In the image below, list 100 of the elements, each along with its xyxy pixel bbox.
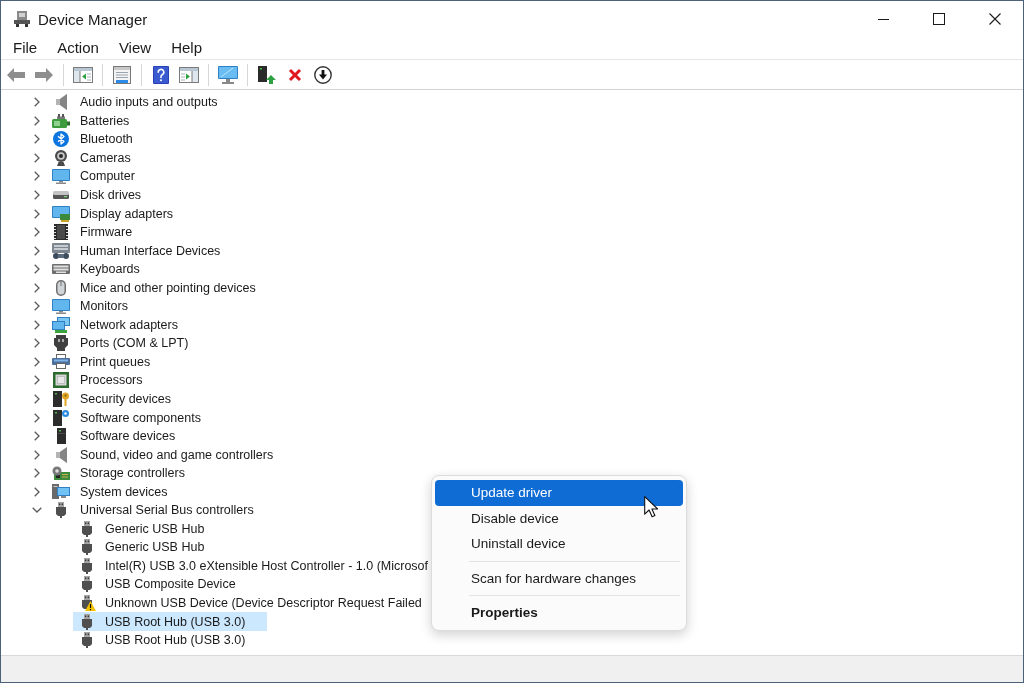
tree-item[interactable]: Firmware xyxy=(48,222,135,242)
mouse-icon xyxy=(56,279,66,296)
usb-plug-icon xyxy=(82,613,92,630)
menu-item[interactable]: Uninstall device xyxy=(435,531,683,557)
tree-item[interactable]: Security devices xyxy=(48,389,173,409)
tree-item[interactable]: Generic USB Hub xyxy=(73,538,207,557)
tree-item[interactable]: Unknown USB Device (Device Descriptor Request Failed xyxy=(73,593,424,613)
close-icon[interactable] xyxy=(989,13,1001,25)
tree-item[interactable]: Keyboards xyxy=(48,259,142,279)
tree-item[interactable]: Disk drives xyxy=(48,185,144,205)
tree-item[interactable]: Generic USB Hub xyxy=(73,519,207,539)
menu-item[interactable]: Properties xyxy=(435,600,683,626)
chevron-right-icon[interactable] xyxy=(34,301,40,312)
chevron-right-icon[interactable] xyxy=(34,319,40,330)
tower-arrow-icon[interactable] xyxy=(258,65,276,84)
chevron-right-icon[interactable] xyxy=(34,134,40,145)
help-icon[interactable] xyxy=(153,65,169,84)
monitor-icon xyxy=(52,298,70,314)
chevron-right-icon[interactable] xyxy=(34,97,40,108)
storage-controller-icon xyxy=(52,466,70,481)
tree-item[interactable]: USB Root Hub (USB 3.0) xyxy=(73,612,268,631)
chevron-right-icon[interactable] xyxy=(34,115,40,126)
processor-chip-icon xyxy=(53,372,69,389)
usb-plug-icon xyxy=(82,576,92,593)
usb-plug-icon xyxy=(82,632,92,649)
tower-key-icon xyxy=(53,391,69,407)
device-icon xyxy=(14,11,30,27)
cursor-icon xyxy=(644,496,658,518)
tree-item[interactable]: Bluetooth xyxy=(48,130,135,149)
tree-item[interactable]: Sound, video and game controllers xyxy=(48,445,276,464)
chevron-right-icon[interactable] xyxy=(34,394,40,404)
usb-plug-icon xyxy=(82,539,92,556)
chevron-right-icon[interactable] xyxy=(34,171,40,182)
printer-icon xyxy=(52,354,70,370)
tree-item[interactable]: Mice and other pointing devices xyxy=(48,278,258,297)
tree-item[interactable]: Processors xyxy=(48,371,145,390)
tree-item[interactable]: USB Composite Device xyxy=(73,575,238,594)
menu-item[interactable]: View xyxy=(109,38,161,58)
menu-item[interactable]: Update driver xyxy=(435,480,683,506)
tree-item[interactable]: Batteries xyxy=(48,111,132,131)
system-computer-icon xyxy=(52,484,70,500)
cross-icon[interactable] xyxy=(288,67,302,82)
usb-plug-icon xyxy=(82,557,92,574)
down-arrow-circle-icon[interactable] xyxy=(314,65,332,84)
tree-item[interactable]: USB Root Hub (USB 3.0) xyxy=(73,630,248,650)
usb-plug-icon xyxy=(56,502,66,519)
chevron-right-icon[interactable] xyxy=(34,431,40,442)
chevron-right-icon[interactable] xyxy=(34,190,40,200)
tree-item[interactable]: Audio inputs and outputs xyxy=(48,93,220,112)
properties-sheet-icon[interactable] xyxy=(113,65,131,84)
tree-item[interactable]: Storage controllers xyxy=(48,463,187,483)
chevron-right-icon[interactable] xyxy=(34,375,40,386)
chevron-right-icon[interactable] xyxy=(34,449,40,460)
display-card-icon xyxy=(52,205,70,222)
tree-item[interactable]: System devices xyxy=(48,482,170,502)
tree-item[interactable]: Intel(R) USB 3.0 eXtensible Host Controller - 1.0 (Microsof xyxy=(73,556,431,576)
menu-item[interactable]: Scan for hardware changes xyxy=(435,565,683,591)
chevron-right-icon[interactable] xyxy=(34,468,40,479)
tree-item[interactable]: Universal Serial Bus controllers xyxy=(48,501,256,520)
tree-item[interactable]: Network adapters xyxy=(48,315,180,335)
monitor-icon xyxy=(52,168,70,184)
maximize-icon[interactable] xyxy=(933,13,945,25)
chevron-right-icon[interactable] xyxy=(34,264,40,275)
chevron-right-icon[interactable] xyxy=(34,486,40,497)
chip-icon xyxy=(54,224,68,241)
tree-item[interactable]: Cameras xyxy=(48,148,133,168)
keyboard-icon xyxy=(52,264,70,275)
tree-item[interactable]: Display adapters xyxy=(48,204,176,223)
tree-item[interactable]: Computer xyxy=(48,167,137,186)
disk-drive-icon xyxy=(53,191,69,199)
tree-item[interactable]: Software devices xyxy=(48,426,178,446)
input-devices-icon xyxy=(52,242,70,259)
chevron-right-icon[interactable] xyxy=(34,208,40,219)
minimize-icon[interactable] xyxy=(877,18,889,20)
chevron-down-icon[interactable] xyxy=(32,507,42,514)
tree-item[interactable]: Software components xyxy=(48,408,203,427)
chevron-right-icon[interactable] xyxy=(34,356,40,367)
tree-item[interactable]: Print queues xyxy=(48,352,153,372)
menu-item[interactable]: Help xyxy=(162,38,211,58)
network-icon xyxy=(52,316,70,333)
window-title: Device Manager xyxy=(38,10,148,28)
tree-item[interactable]: Ports (COM & LPT) xyxy=(48,334,191,353)
chevron-right-icon[interactable] xyxy=(34,152,40,163)
chevron-right-icon[interactable] xyxy=(34,282,40,293)
battery-icon xyxy=(52,113,70,128)
chevron-right-icon[interactable] xyxy=(34,227,40,238)
menu-item[interactable]: File xyxy=(4,38,47,58)
webcam-icon xyxy=(54,149,68,166)
usb-plug-icon xyxy=(82,520,92,537)
tree-item[interactable]: Monitors xyxy=(48,297,130,316)
window-pane-icon[interactable] xyxy=(73,66,93,83)
chevron-right-icon[interactable] xyxy=(34,338,40,349)
menu-item[interactable]: Action xyxy=(48,38,108,58)
speaker-icon xyxy=(55,446,67,463)
chevron-right-icon[interactable] xyxy=(34,245,40,256)
tree-item[interactable]: Human Interface Devices xyxy=(48,241,223,260)
speaker-icon xyxy=(55,94,67,111)
menu-item[interactable]: Disable device xyxy=(435,505,683,531)
monitor-icon[interactable] xyxy=(218,65,238,84)
chevron-right-icon[interactable] xyxy=(34,412,40,423)
